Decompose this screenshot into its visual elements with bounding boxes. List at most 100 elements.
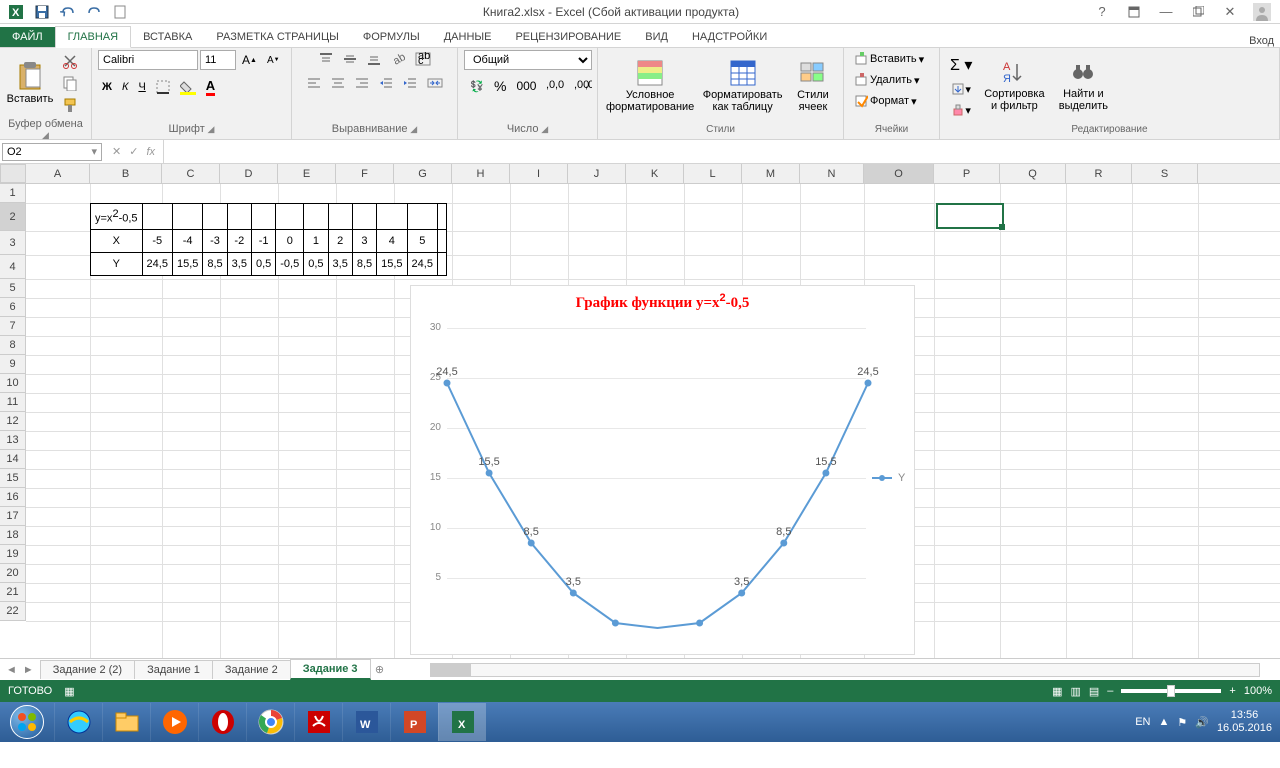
- table-cell[interactable]: [437, 253, 446, 276]
- align-middle-icon[interactable]: [339, 50, 361, 68]
- column-header[interactable]: L: [684, 164, 742, 183]
- column-header[interactable]: D: [220, 164, 278, 183]
- border-icon[interactable]: [152, 78, 174, 96]
- column-header[interactable]: M: [742, 164, 800, 183]
- column-header[interactable]: A: [26, 164, 90, 183]
- sheet-tab-active[interactable]: Задание 3: [290, 659, 371, 680]
- view-layout-icon[interactable]: ▥: [1070, 685, 1080, 698]
- currency-icon[interactable]: 💱: [464, 76, 488, 96]
- tab-layout[interactable]: РАЗМЕТКА СТРАНИЦЫ: [204, 27, 350, 47]
- underline-button[interactable]: Ч: [134, 79, 149, 95]
- dialog-launcher-icon[interactable]: ◢: [208, 124, 215, 134]
- row-header[interactable]: 12: [0, 412, 26, 431]
- row-header[interactable]: 13: [0, 431, 26, 450]
- tray-flag-icon[interactable]: ⚑: [1177, 716, 1187, 729]
- table-cell[interactable]: 4: [377, 230, 407, 253]
- table-cell[interactable]: -0,5: [276, 253, 304, 276]
- wrap-text-icon[interactable]: abc: [411, 50, 435, 68]
- number-format-select[interactable]: Общий: [464, 50, 592, 70]
- taskbar-powerpoint-icon[interactable]: P: [390, 703, 438, 741]
- tray-volume-icon[interactable]: 🔊: [1195, 716, 1209, 729]
- table-cell[interactable]: [304, 204, 328, 230]
- table-cell[interactable]: 0,5: [251, 253, 275, 276]
- zoom-level[interactable]: 100%: [1244, 685, 1272, 697]
- table-cell[interactable]: 24,5: [407, 253, 437, 276]
- table-cell[interactable]: -3: [203, 230, 227, 253]
- ribbon-opts-icon[interactable]: [1122, 2, 1146, 22]
- row-header[interactable]: 22: [0, 602, 26, 621]
- table-cell[interactable]: [437, 230, 446, 253]
- column-header[interactable]: J: [568, 164, 626, 183]
- delete-cells-button[interactable]: Удалить ▾: [850, 71, 924, 89]
- column-header[interactable]: S: [1132, 164, 1198, 183]
- font-color-icon[interactable]: A: [202, 76, 219, 98]
- table-cell[interactable]: 0,5: [304, 253, 328, 276]
- autosum-icon[interactable]: Σ ▾: [946, 53, 976, 77]
- row-header[interactable]: 5: [0, 279, 26, 298]
- fill-color-icon[interactable]: [176, 77, 200, 97]
- table-cell[interactable]: 15,5: [172, 253, 202, 276]
- tab-review[interactable]: РЕЦЕНЗИРОВАНИЕ: [503, 27, 633, 47]
- sign-in[interactable]: Вход: [1249, 35, 1280, 47]
- format-painter-icon[interactable]: [58, 95, 82, 115]
- save-icon[interactable]: [30, 2, 54, 22]
- table-cell[interactable]: 3,5: [227, 253, 251, 276]
- row-header[interactable]: 1: [0, 184, 26, 203]
- comma-icon[interactable]: 000: [512, 77, 540, 95]
- close-icon[interactable]: ✕: [1218, 2, 1242, 22]
- worksheet[interactable]: ABCDEFGHIJKLMNOPQRS 12345678910111213141…: [0, 164, 1280, 658]
- column-header[interactable]: F: [336, 164, 394, 183]
- format-cells-button[interactable]: Формат ▾: [850, 92, 921, 110]
- tray-chevron-icon[interactable]: ▲: [1158, 716, 1169, 728]
- help-icon[interactable]: ?: [1090, 2, 1114, 22]
- tab-file[interactable]: ФАЙЛ: [0, 27, 55, 47]
- decrease-font-icon[interactable]: A▼: [263, 53, 284, 68]
- row-header[interactable]: 7: [0, 317, 26, 336]
- insert-cells-button[interactable]: Вставить ▾: [850, 50, 928, 68]
- row-header[interactable]: 2: [0, 203, 26, 231]
- table-cell[interactable]: [251, 204, 275, 230]
- table-cell[interactable]: [142, 204, 172, 230]
- row-header[interactable]: 16: [0, 488, 26, 507]
- row-header[interactable]: 4: [0, 255, 26, 279]
- zoom-out-icon[interactable]: –: [1107, 685, 1113, 697]
- user-icon[interactable]: [1250, 2, 1274, 22]
- taskbar-explorer-icon[interactable]: [102, 703, 150, 741]
- column-header[interactable]: Q: [1000, 164, 1066, 183]
- tray-lang[interactable]: EN: [1135, 716, 1150, 728]
- increase-indent-icon[interactable]: [399, 74, 421, 92]
- table-cell[interactable]: [328, 204, 352, 230]
- fill-icon[interactable]: ▾: [946, 80, 976, 98]
- tab-addins[interactable]: НАДСТРОЙКИ: [680, 27, 779, 47]
- taskbar-acrobat-icon[interactable]: [294, 703, 342, 741]
- align-bottom-icon[interactable]: [363, 50, 385, 68]
- table-cell[interactable]: 2: [328, 230, 352, 253]
- sheet-nav-next-icon[interactable]: ►: [23, 664, 34, 676]
- taskbar-excel-icon[interactable]: X: [438, 703, 486, 741]
- active-cell[interactable]: [936, 203, 1004, 229]
- fx-icon[interactable]: fx: [146, 146, 155, 158]
- sheet-tab[interactable]: Задание 2: [212, 660, 291, 679]
- increase-decimal-icon[interactable]: ,0,00: [542, 77, 568, 95]
- tray-clock[interactable]: 13:56 16.05.2016: [1217, 709, 1272, 735]
- table-cell[interactable]: -1: [251, 230, 275, 253]
- add-sheet-icon[interactable]: ⊕: [370, 663, 390, 676]
- zoom-in-icon[interactable]: +: [1229, 685, 1235, 697]
- sheet-tab[interactable]: Задание 1: [134, 660, 213, 679]
- table-cell[interactable]: [227, 204, 251, 230]
- table-cell[interactable]: Y: [91, 253, 143, 276]
- table-cell[interactable]: [276, 204, 304, 230]
- column-header[interactable]: E: [278, 164, 336, 183]
- row-header[interactable]: 11: [0, 393, 26, 412]
- enter-icon[interactable]: ✓: [129, 145, 138, 158]
- taskbar-ie-icon[interactable]: [54, 703, 102, 741]
- table-cell[interactable]: -4: [172, 230, 202, 253]
- dialog-launcher-icon[interactable]: ◢: [410, 124, 417, 134]
- merge-icon[interactable]: [423, 74, 447, 92]
- dialog-launcher-icon[interactable]: ◢: [541, 124, 548, 134]
- paste-button[interactable]: Вставить: [6, 50, 54, 116]
- row-header[interactable]: 14: [0, 450, 26, 469]
- table-cell[interactable]: [407, 204, 437, 230]
- table-cell[interactable]: [172, 204, 202, 230]
- font-name-input[interactable]: [98, 50, 198, 70]
